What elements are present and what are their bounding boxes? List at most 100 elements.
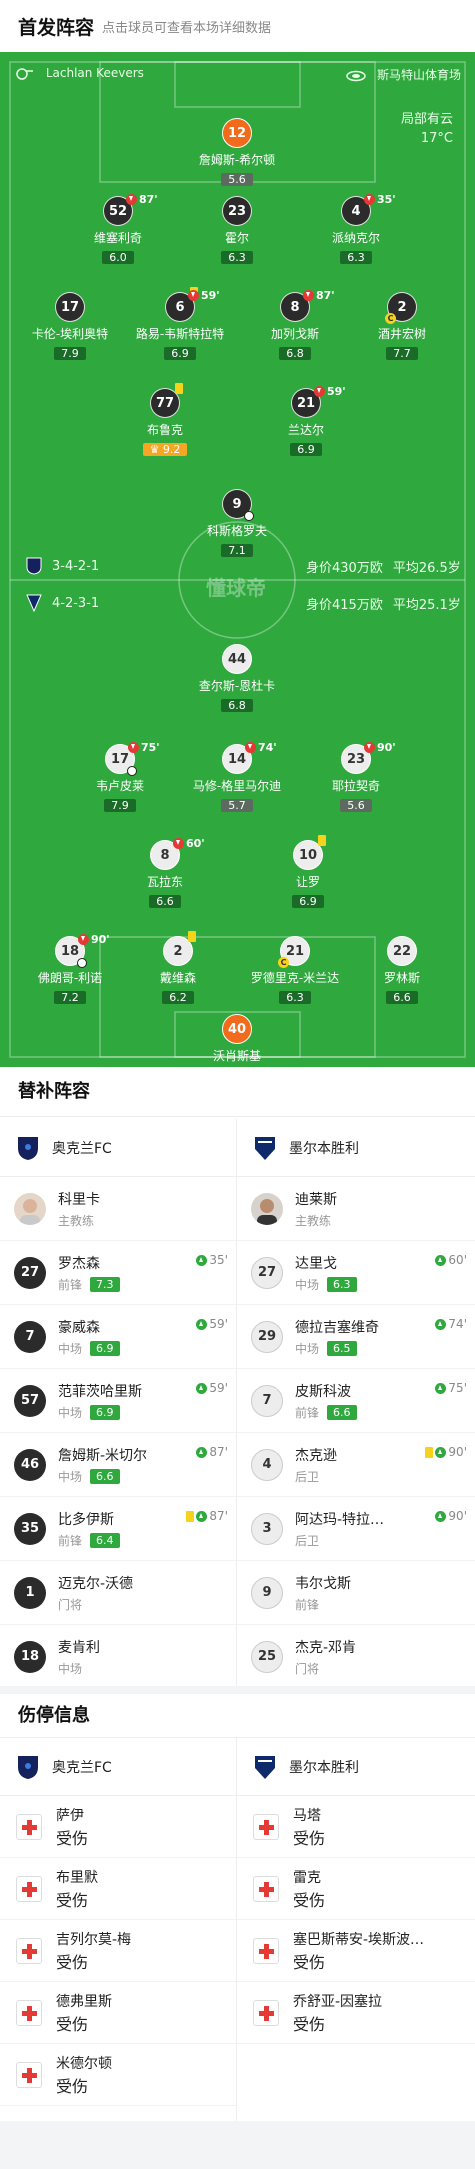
stadium-info: 斯马特山体育场 (345, 66, 461, 83)
home-team-row[interactable]: 奥克兰FC (0, 1119, 236, 1177)
away-team-row[interactable]: 墨尔本胜利 (237, 1119, 475, 1177)
player-name: 詹姆斯-希尔顿 (198, 153, 276, 167)
injured-player-name: 吉列尔莫-梅 (56, 1931, 132, 1948)
away-team-name: 墨尔本胜利 (289, 1140, 359, 1157)
sub-player-row[interactable]: 29 德拉吉塞维奇 中场 6.5 74' (237, 1305, 475, 1369)
away-player-8[interactable]: 8 60' 瓦拉东 6.6 (105, 837, 225, 909)
sub-event: 75' (128, 741, 160, 754)
jersey-number: 29 (251, 1320, 283, 1353)
sub-player-name: 德拉吉塞维奇 (295, 1319, 379, 1336)
sub-player-position: 前锋 (295, 1596, 351, 1613)
sub-player-row[interactable]: 7 豪威森 中场 6.9 59' (0, 1305, 236, 1369)
home-player-23[interactable]: 23 霍尔 6.3 (177, 196, 297, 265)
sub-time: 59' (209, 1381, 228, 1395)
player-name: 让罗 (295, 875, 320, 889)
jersey-number: 12 (222, 118, 252, 148)
sub-on-event: 75' (435, 1381, 467, 1395)
jersey-number: 23 (222, 196, 252, 226)
injury-row[interactable]: 德弗里斯 受伤 (0, 1982, 236, 2044)
sub-player-row[interactable]: 35 比多伊斯 前锋 6.4 87' (0, 1497, 236, 1561)
jersey-number: 2C (385, 292, 417, 324)
sub-player-row[interactable]: 25 杰克-邓肯 门将 (237, 1625, 475, 1689)
injury-row[interactable]: 马塔 受伤 (237, 1796, 475, 1858)
injury-row[interactable]: 布里默 受伤 (0, 1858, 236, 1920)
jersey-number: 21 C (278, 936, 310, 968)
home-formation: 3-4-2-1 (26, 557, 99, 575)
home-coach-row[interactable]: 科里卡 主教练 (0, 1177, 236, 1241)
sub-event: 60' (173, 837, 205, 850)
jersey-number: 14 74' (222, 741, 277, 774)
away-player-10[interactable]: 10 让罗 6.9 (248, 835, 368, 909)
away-player-22[interactable]: 22 罗林斯 6.6 (342, 936, 462, 1005)
away-player-14[interactable]: 14 74' 马修-格里马尔迪 5.7 (177, 741, 297, 813)
position-text: 前锋 (295, 1405, 320, 1420)
sub-player-row[interactable]: 18 麦肯利 中场 (0, 1625, 236, 1689)
medical-cross-icon (253, 1999, 279, 2026)
home-player-8[interactable]: 8 87' 加列戈斯 6.8 (235, 289, 355, 361)
home-player-21[interactable]: 21 59' 兰达尔 6.9 (246, 385, 366, 457)
home-player-4[interactable]: 4 35' 派纳克尔 6.3 (296, 193, 416, 265)
medical-cross-icon (253, 1875, 279, 1902)
away-player-18[interactable]: 18 90' 佛朗哥-利诺 7.2 (10, 933, 130, 1005)
away-player-23[interactable]: 23 90' 耶拉契奇 5.6 (296, 741, 416, 813)
injury-row[interactable]: 乔舒亚-因塞拉 受伤 (237, 1982, 475, 2044)
player-name: 霍尔 (224, 231, 249, 245)
home-player-12[interactable]: 12 詹姆斯-希尔顿 5.6 (177, 118, 297, 187)
home-player-9[interactable]: 9 科斯格罗夫 7.1 (177, 489, 297, 558)
sub-player-row[interactable]: 46 詹姆斯-米切尔 中场 6.6 87' (0, 1433, 236, 1497)
sub-player-row[interactable]: 57 范菲茨哈里斯 中场 6.9 59' (0, 1369, 236, 1433)
injury-row[interactable]: 吉列尔莫-梅 受伤 (0, 1920, 236, 1982)
home-team-crest-icon (26, 557, 42, 575)
sub-off-icon (314, 386, 325, 397)
home-team-row[interactable]: 奥克兰FC (0, 1738, 236, 1796)
sub-rating: 6.3 (327, 1276, 357, 1292)
injury-row[interactable]: 雷克 受伤 (237, 1858, 475, 1920)
jersey-number: 23 90' (341, 741, 396, 774)
subs-title: 替补阵容 (0, 1067, 475, 1117)
sub-time: 87' (209, 1445, 228, 1459)
player-rating: 6.2 (162, 991, 194, 1004)
injury-status: 受伤 (293, 1828, 326, 1848)
player-name: 酒井宏树 (377, 327, 426, 341)
player-name: 戴维森 (159, 971, 196, 985)
sub-player-row[interactable]: 3 阿达玛-特拉… 后卫 90' (237, 1497, 475, 1561)
away-player-40[interactable]: 40沃肖斯基6.2 (177, 1014, 297, 1067)
injury-row[interactable]: 塞巴斯蒂安-埃斯波… 受伤 (237, 1920, 475, 1982)
injury-row[interactable]: 米德尔顿 受伤 (0, 2044, 236, 2106)
away-coach-row[interactable]: 迪莱斯 主教练 (237, 1177, 475, 1241)
subs-columns: 奥克兰FC 科里卡 主教练 27 罗杰森 前锋 7.3 35' 7 豪威森 中场 6.9 59' 57… (0, 1119, 475, 1689)
home-player-17[interactable]: 17 卡伦-埃利奥特 7.9 (10, 292, 130, 361)
home-player-2[interactable]: 2 C 酒井宏树 7.7 (342, 292, 462, 361)
injured-player-name: 米德尔顿 (56, 2055, 112, 2072)
player-rating: 6.8 (221, 699, 253, 712)
injury-section-header: 伤停信息 (0, 1686, 475, 1738)
sub-time: 90' (91, 933, 110, 946)
away-team-crest-icon (255, 1136, 275, 1160)
sub-player-name: 詹姆斯-米切尔 (58, 1447, 148, 1464)
home-stats: 身价430万欧 平均26.5岁 (306, 557, 461, 576)
jersey-number: 77 (150, 383, 183, 418)
injury-status: 受伤 (293, 1890, 326, 1910)
away-player-17[interactable]: 17 75' 韦卢皮莱 7.9 (60, 741, 180, 813)
home-player-6[interactable]: 6 59' 路易-韦斯特拉特 6.9 (120, 287, 240, 361)
away-player-21[interactable]: 21 C 罗德里克-米兰达 6.3 (235, 936, 355, 1005)
sub-player-row[interactable]: 4 杰克逊 后卫 90' (237, 1433, 475, 1497)
away-player-44[interactable]: 44 查尔斯-恩杜卡 6.8 (177, 644, 297, 713)
jersey-number: 52 87' (103, 193, 158, 226)
sub-player-row[interactable]: 27 罗杰森 前锋 7.3 35' (0, 1241, 236, 1305)
sub-player-row[interactable]: 7 皮斯科波 前锋 6.6 75' (237, 1369, 475, 1433)
sub-time: 35' (209, 1253, 228, 1267)
stadium-icon (346, 70, 366, 81)
away-team-row[interactable]: 墨尔本胜利 (237, 1738, 475, 1796)
jersey-number: 9 (222, 489, 254, 521)
home-player-52[interactable]: 52 87' 维塞利奇 6.0 (58, 193, 178, 265)
injury-row[interactable]: 萨伊 受伤 (0, 1796, 236, 1858)
injury-title: 伤停信息 (0, 1694, 475, 1738)
away-player-2[interactable]: 2 戴维森 6.2 (118, 931, 238, 1005)
sub-player-row[interactable]: 27 达里戈 中场 6.3 60' (237, 1241, 475, 1305)
sub-on-icon (435, 1510, 447, 1522)
sub-rating: 6.5 (327, 1340, 357, 1356)
sub-player-row[interactable]: 9 韦尔戈斯 前锋 (237, 1561, 475, 1625)
sub-player-row[interactable]: 1 迈克尔-沃德 门将 (0, 1561, 236, 1625)
home-player-77[interactable]: 77 布鲁克 ♛ 9.2 (105, 383, 225, 457)
